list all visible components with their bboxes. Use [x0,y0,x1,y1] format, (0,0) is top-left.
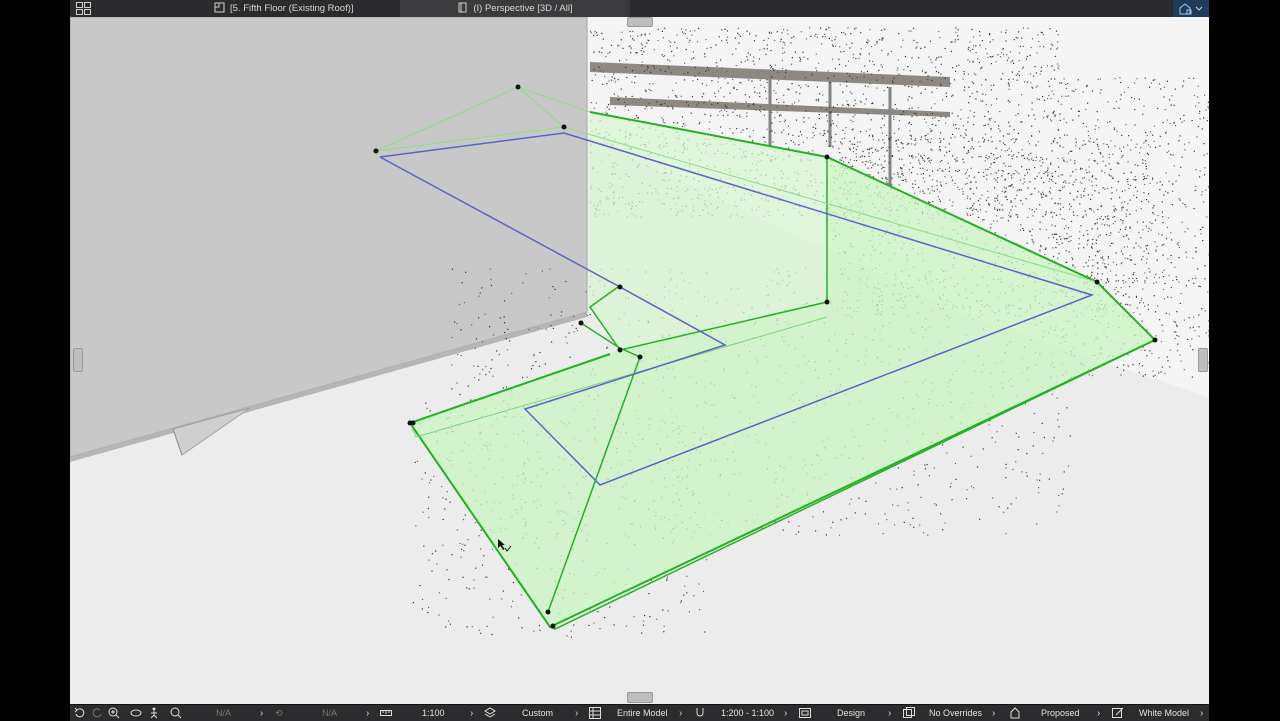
scale-value[interactable]: 1:100 [422,705,445,721]
chevron-right-icon[interactable]: › [260,705,263,721]
renovation-value[interactable]: Proposed [1041,705,1080,721]
bottom-edge-handle[interactable] [627,692,653,703]
chevron-right-icon[interactable]: › [575,705,578,721]
status-bar: N/A › ⟲ N/A › 1:100 › Custom › Entire Mo… [70,704,1209,721]
redo-view-icon[interactable] [91,705,103,721]
dimension-icon [695,705,705,721]
top-edge-handle[interactable] [627,17,653,27]
right-edge-handle[interactable] [1198,348,1208,372]
chevron-right-icon[interactable]: › [1097,705,1100,721]
house-view-icon[interactable] [1173,0,1209,17]
overrides-icon [903,705,915,721]
nav-value-1: N/A [216,708,232,718]
chevron-right-icon[interactable]: › [366,705,369,721]
chevron-right-icon[interactable]: › [888,705,891,721]
model-style-value[interactable]: White Model [1139,705,1189,721]
orbit-icon[interactable] [130,705,142,721]
model-style-icon [1112,705,1124,721]
chevron-right-icon[interactable]: › [470,705,473,721]
tab-label: (I) Perspective [3D / All] [473,3,573,14]
layer-combination[interactable]: Custom [522,705,553,721]
3d-viewport[interactable] [70,17,1209,704]
chevron-right-icon[interactable]: › [1200,705,1203,721]
fit-zoom-icon[interactable] [170,705,182,721]
scale-icon [380,705,392,721]
undo-view-icon[interactable] [74,705,86,721]
3d-scene[interactable] [70,17,1209,704]
3d-view-icon [457,2,473,16]
rotate-icon[interactable]: ⟲ [275,705,283,721]
model-view-icon [589,705,601,721]
display-value[interactable]: Design [837,705,865,721]
overrides-value[interactable]: No Overrides [929,705,982,721]
chevron-right-icon[interactable]: › [992,705,995,721]
floor-plan-icon [140,2,230,16]
walk-icon[interactable] [149,705,159,721]
tab-perspective[interactable]: (I) Perspective [3D / All] [400,0,630,17]
renovation-icon [1010,705,1020,721]
model-view-value[interactable]: Entire Model [617,705,668,721]
dimension-value[interactable]: 1:200 - 1:100 [721,705,774,721]
layers-icon [484,705,496,721]
nav-value-2: N/A [322,708,338,718]
left-edge-handle[interactable] [73,348,83,372]
chevron-right-icon[interactable]: › [784,705,787,721]
tab-bar: [5. Fifth Floor (Existing Roof)] (I) Per… [70,0,1209,18]
display-icon [799,705,811,721]
zoom-in-icon[interactable] [108,705,120,721]
chevron-right-icon[interactable]: › [679,705,682,721]
tab-label: [5. Fifth Floor (Existing Roof)] [230,3,354,14]
tab-fifth-floor[interactable]: [5. Fifth Floor (Existing Roof)] [140,0,398,17]
